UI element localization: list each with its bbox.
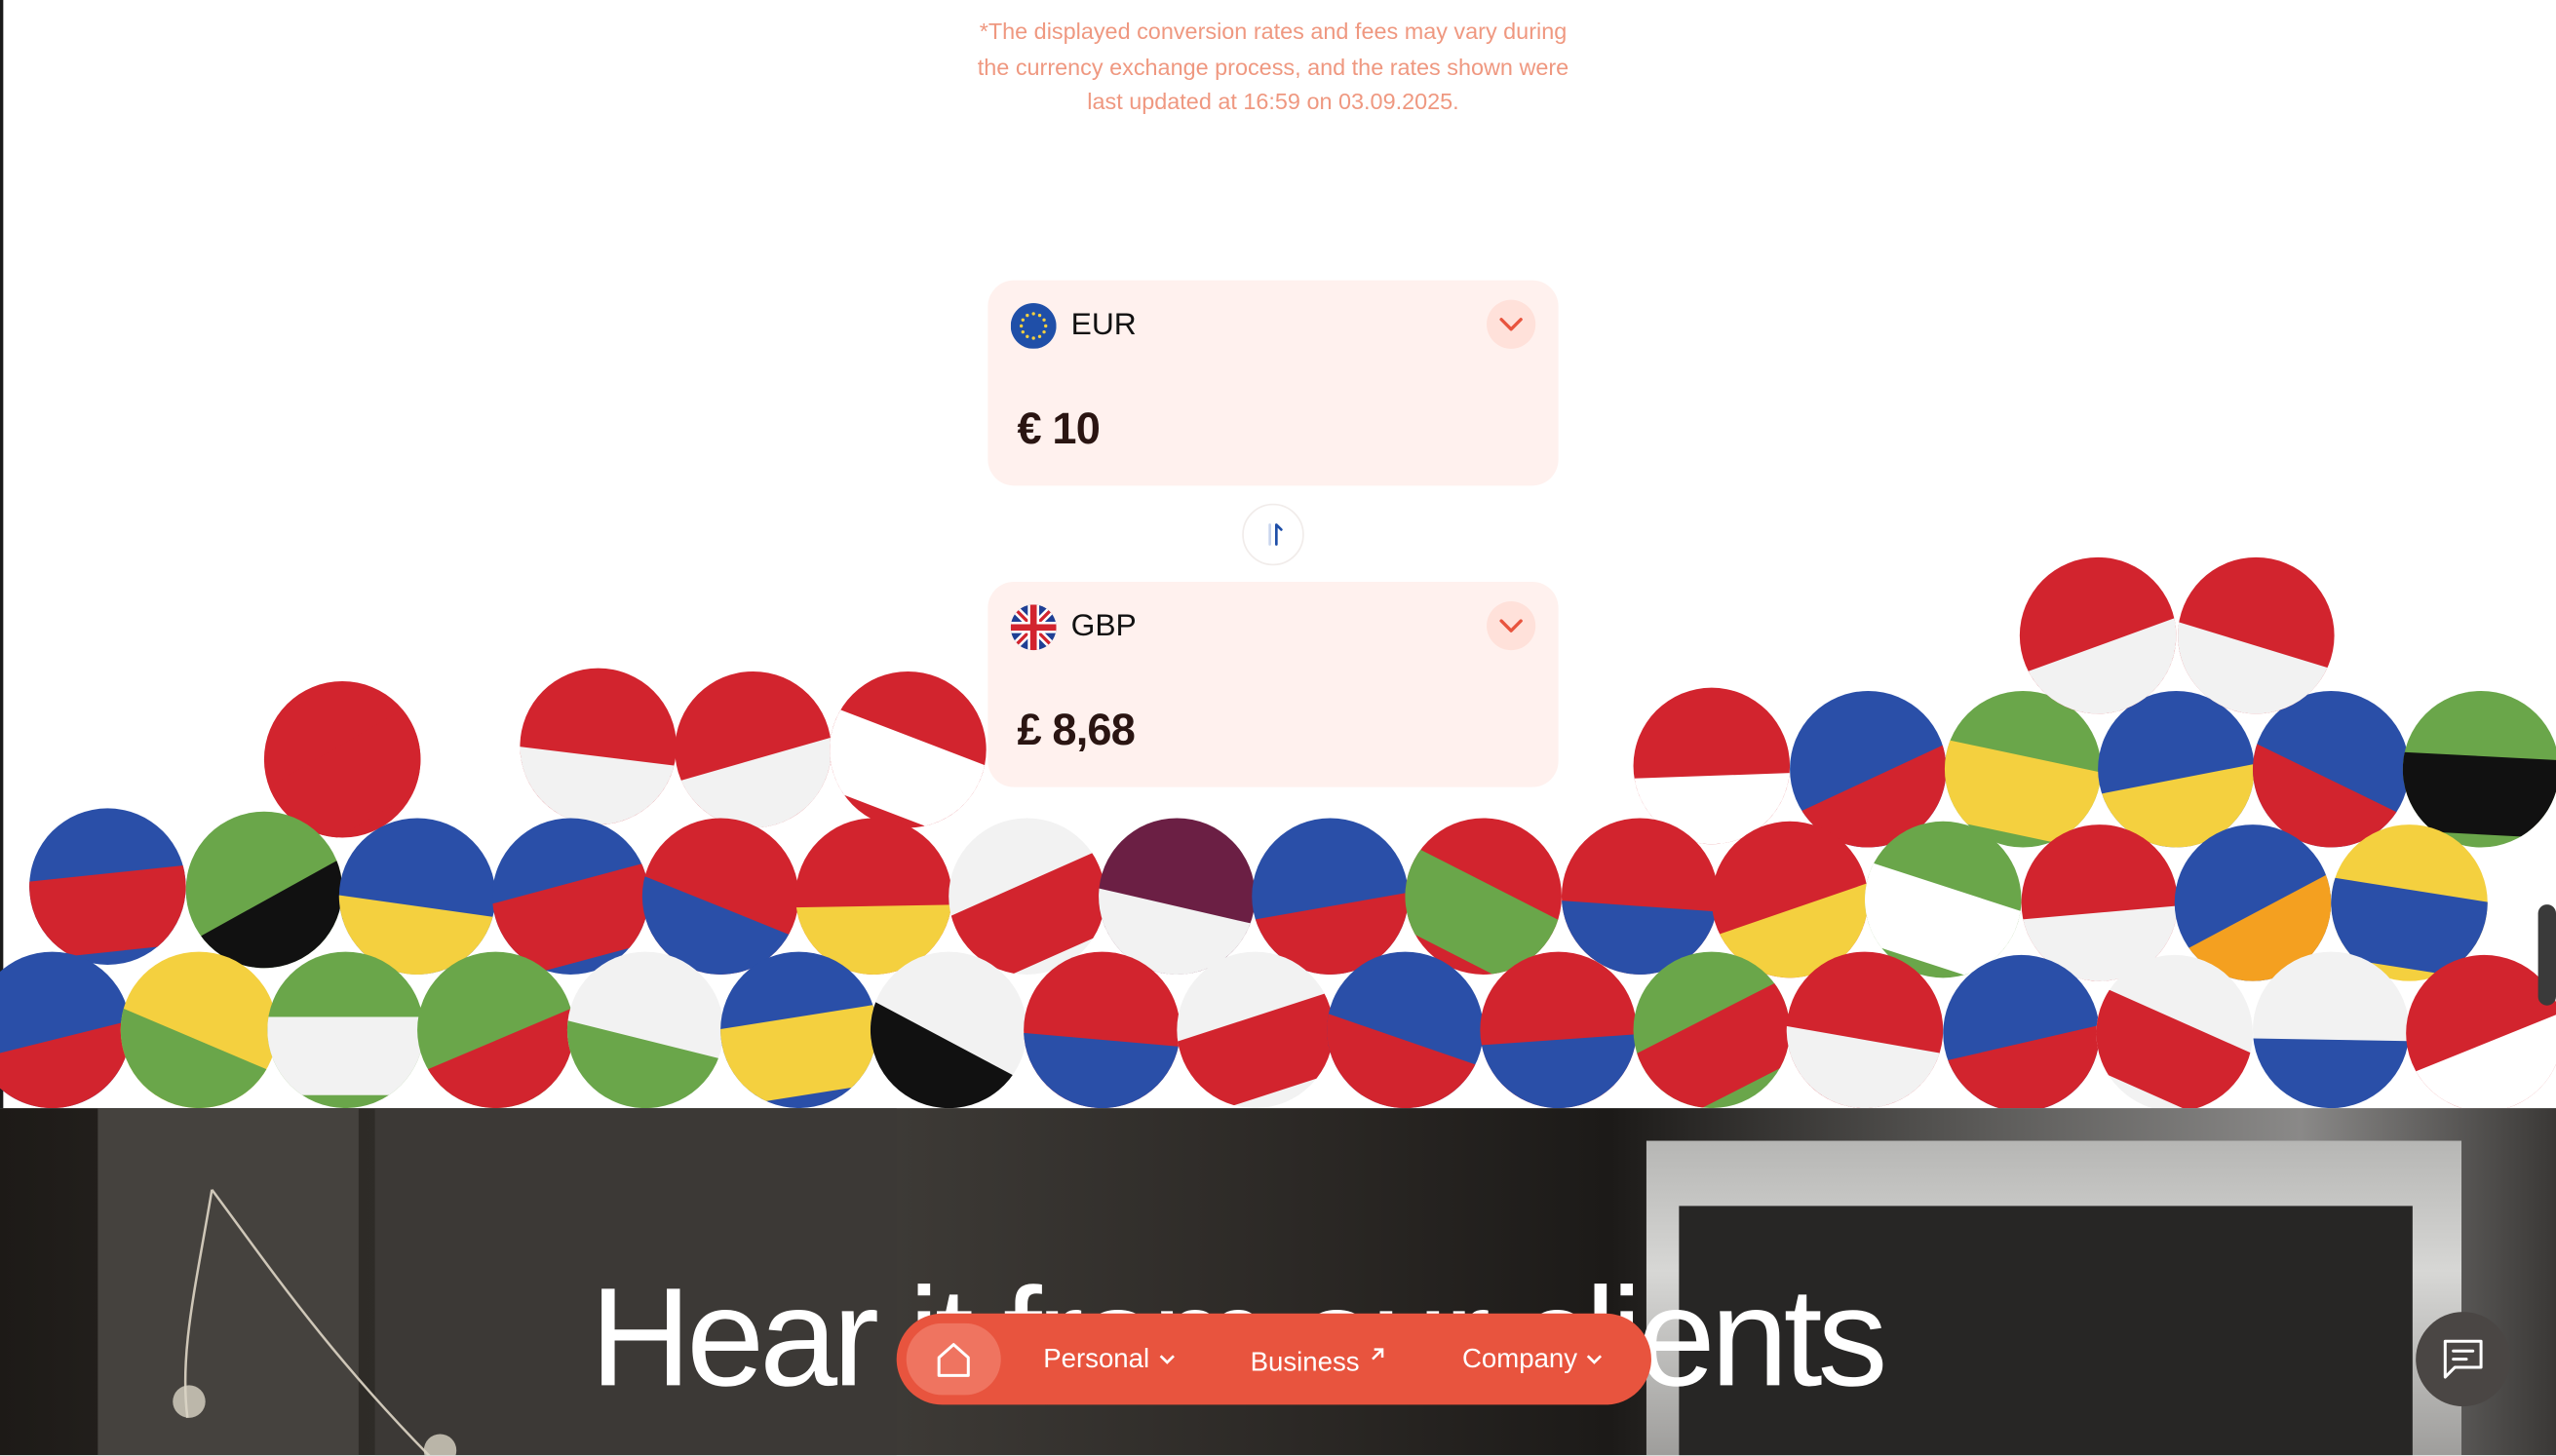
chevron-down-icon[interactable] (1487, 299, 1536, 349)
nav-business-label: Business (1250, 1347, 1360, 1378)
nav-personal[interactable]: Personal (1043, 1345, 1177, 1376)
page: *The displayed conversion rates and fees… (0, 0, 2556, 1456)
home-icon (937, 1343, 970, 1377)
chat-button[interactable] (2416, 1312, 2511, 1407)
bottom-nav: Personal Business Company (896, 1313, 1651, 1405)
hungary-flag-icon (550, 951, 724, 1109)
nav-personal-label: Personal (1043, 1344, 1150, 1374)
rates-disclaimer: *The displayed conversion rates and fees… (977, 18, 1569, 115)
nav-company[interactable]: Company (1462, 1345, 1605, 1376)
flags-pile (0, 556, 2556, 1109)
chevron-down-icon (1159, 1355, 1175, 1364)
from-amount-input[interactable]: € 10 (1017, 404, 1100, 455)
from-currency-code[interactable]: EUR (1071, 308, 1137, 344)
canada-flag-icon (1177, 951, 1350, 1109)
from-currency-card[interactable]: EUR € 10 (988, 280, 1559, 486)
malaysia-flag-icon (1305, 951, 1484, 1109)
austria-flag-icon (511, 668, 677, 834)
chat-icon (2443, 1339, 2483, 1379)
eu-flag-icon (1010, 303, 1057, 349)
chile-flag-icon (1017, 951, 1181, 1109)
nav-company-label: Company (1461, 1344, 1578, 1374)
switzerland-flag-icon (811, 671, 987, 839)
nigeria-flag-icon (267, 951, 424, 1109)
nav-business[interactable]: Business (1251, 1345, 1387, 1379)
france-flag-icon (28, 808, 193, 965)
home-button[interactable] (906, 1322, 1001, 1396)
arrow-up-right-icon (1371, 1348, 1383, 1360)
chevron-down-icon (1587, 1355, 1603, 1364)
ukraine-flag-icon (719, 951, 887, 1109)
scrollbar-thumb[interactable] (2537, 904, 2556, 1006)
norway-flag-icon (1480, 951, 1643, 1109)
uae-flag-icon (2399, 691, 2556, 848)
